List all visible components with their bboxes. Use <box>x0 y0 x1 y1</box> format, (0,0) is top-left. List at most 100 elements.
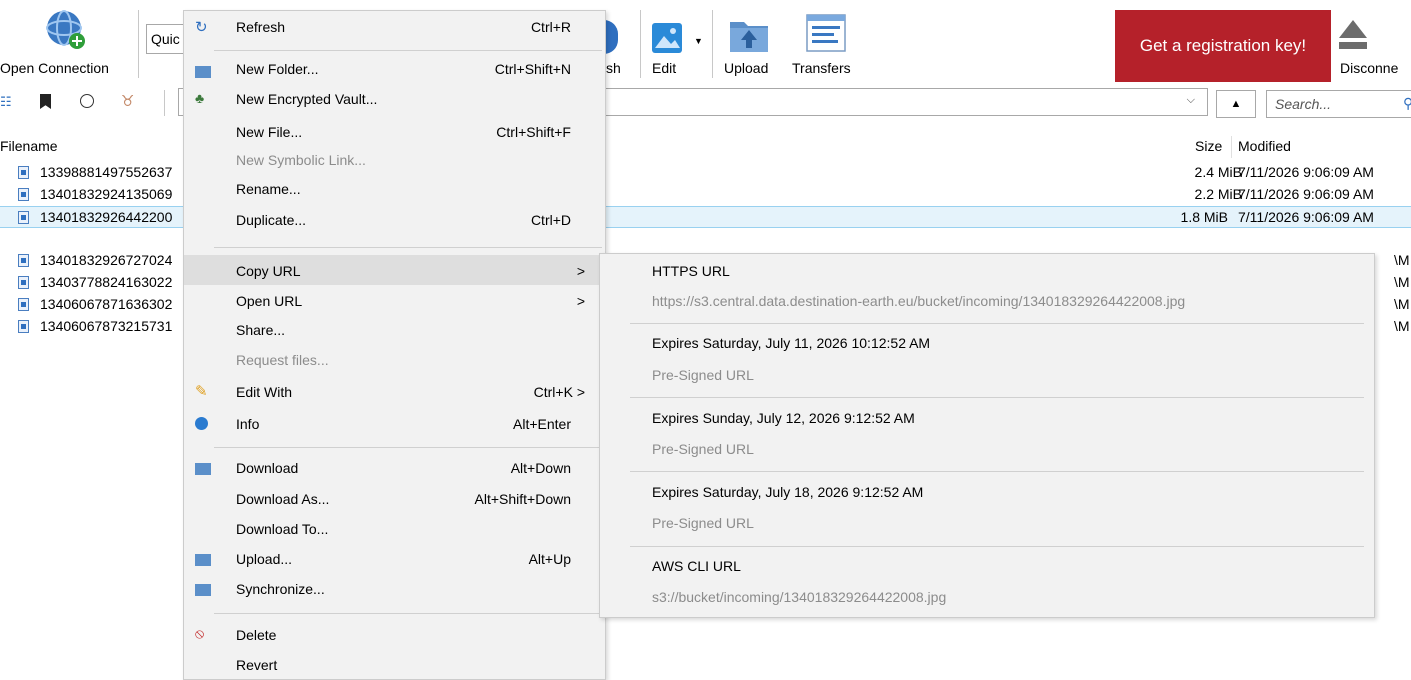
transfers-window-icon[interactable] <box>806 14 846 52</box>
menu-item-upload[interactable]: Upload... Alt+Up <box>184 544 605 574</box>
disconnect-button[interactable]: Disconne <box>1340 60 1398 76</box>
edit-image-icon[interactable] <box>651 22 683 54</box>
tree-view-icon[interactable]: ☷ <box>0 94 12 110</box>
upload-folder-icon[interactable] <box>728 14 770 54</box>
menu-shortcut: Ctrl+Shift+F <box>496 124 571 140</box>
toolbar-divider <box>138 10 139 78</box>
open-connection-globe-icon[interactable] <box>44 8 88 52</box>
column-header-modified[interactable]: Modified <box>1238 138 1291 154</box>
menu-item-download-to[interactable]: Download To... <box>184 514 605 544</box>
image-file-icon <box>18 320 29 333</box>
bookmark-icon[interactable] <box>40 94 51 109</box>
edit-button[interactable]: Edit <box>652 60 676 76</box>
menu-item-info[interactable]: Info Alt+Enter <box>184 408 605 438</box>
chevron-down-icon[interactable]: ▼ <box>694 36 703 46</box>
search-icon[interactable]: ⚲ <box>1403 95 1411 112</box>
vault-icon: ♣ <box>195 90 205 106</box>
submenu-item-expires-2[interactable]: Expires Sunday, July 12, 2026 9:12:52 AM <box>652 410 915 426</box>
column-divider <box>1231 136 1232 158</box>
menu-item-share[interactable]: Share... <box>184 316 605 346</box>
menu-label: New Symbolic Link... <box>236 152 366 168</box>
menu-separator <box>630 471 1364 472</box>
menu-shortcut: Alt+Down <box>510 460 571 476</box>
menu-item-edit-with[interactable]: ✎ Edit With Ctrl+K > <box>184 376 605 406</box>
presigned-label[interactable]: Pre-Signed URL <box>652 367 754 383</box>
download-icon <box>195 463 211 475</box>
search-input[interactable]: Search... ⚲ <box>1266 90 1411 118</box>
registration-key-banner[interactable]: Get a registration key! <box>1115 10 1331 82</box>
image-file-icon <box>18 166 29 179</box>
menu-item-open-url[interactable]: Open URL > <box>184 285 605 315</box>
search-placeholder: Search... <box>1275 96 1332 112</box>
file-modified: 7/11/2026 9:06:09 AM <box>1238 164 1374 180</box>
file-name: 13401832926442200 <box>40 209 173 225</box>
submenu-item-expires-1[interactable]: Expires Saturday, July 11, 2026 10:12:52… <box>652 335 930 351</box>
submenu-item-aws-cli-url[interactable]: AWS CLI URL <box>652 558 741 574</box>
menu-item-delete[interactable]: ⦸ Delete <box>184 619 605 649</box>
refresh-icon: ↻ <box>195 19 208 36</box>
presigned-label[interactable]: Pre-Signed URL <box>652 441 754 457</box>
menu-separator <box>214 50 602 51</box>
delete-icon: ⦸ <box>195 625 205 641</box>
menu-item-duplicate[interactable]: Duplicate... Ctrl+D <box>184 205 605 235</box>
menu-item-new-folder[interactable]: New Folder... Ctrl+Shift+N <box>184 56 605 86</box>
toolbar-divider <box>164 90 165 116</box>
column-header-filename[interactable]: Filename <box>0 138 58 154</box>
column-header-size[interactable]: Size <box>1195 138 1222 154</box>
menu-separator <box>630 323 1364 324</box>
file-modified: \M <box>1394 252 1410 268</box>
menu-item-download[interactable]: Download Alt+Down <box>184 453 605 483</box>
transfers-button[interactable]: Transfers <box>792 60 851 76</box>
menu-label: Request files... <box>236 352 329 368</box>
file-modified: 7/11/2026 9:06:09 AM <box>1238 186 1374 202</box>
menu-shortcut: Ctrl+K > <box>533 384 585 400</box>
menu-shortcut: Alt+Enter <box>513 416 571 432</box>
menu-label: Download <box>236 460 299 476</box>
menu-label: Open URL <box>236 293 303 309</box>
menu-separator <box>630 546 1364 547</box>
submenu-item-expires-3[interactable]: Expires Saturday, July 18, 2026 9:12:52 … <box>652 484 923 500</box>
copy-url-submenu: HTTPS URL https://s3.central.data.destin… <box>599 253 1375 618</box>
menu-item-rename[interactable]: Rename... <box>184 175 605 205</box>
quick-connect-combo[interactable]: Quic <box>146 24 186 54</box>
menu-item-synchronize[interactable]: Synchronize... <box>184 574 605 604</box>
menu-shortcut: Ctrl+R <box>530 19 571 35</box>
menu-item-copy-url[interactable]: Copy URL > <box>184 255 605 285</box>
menu-item-download-as[interactable]: Download As... Alt+Shift+Down <box>184 484 605 514</box>
menu-shortcut: Alt+Up <box>528 551 571 567</box>
menu-label: Delete <box>236 627 277 643</box>
file-size: 2.4 MiB <box>1194 164 1242 180</box>
menu-label: Download To... <box>236 521 329 537</box>
submenu-item-https-url[interactable]: HTTPS URL <box>652 263 730 279</box>
refresh-toolbar-icon[interactable] <box>604 20 618 54</box>
https-url-value[interactable]: https://s3.central.data.destination-eart… <box>652 293 1185 309</box>
presigned-label[interactable]: Pre-Signed URL <box>652 515 754 531</box>
menu-label: Synchronize... <box>236 581 325 597</box>
menu-item-refresh[interactable]: ↻ Refresh Ctrl+R <box>184 14 605 44</box>
chevron-down-icon[interactable]: ⌵ <box>1187 94 1195 107</box>
menu-item-request-files: Request files... <box>184 346 605 376</box>
file-name: 13401832924135069 <box>40 186 173 202</box>
image-file-icon <box>18 276 29 289</box>
file-name: 13401832926727024 <box>40 252 173 268</box>
menu-item-new-file[interactable]: New File... Ctrl+Shift+F <box>184 116 605 146</box>
bonjour-icon[interactable]: ♉ <box>121 92 134 110</box>
menu-item-new-vault[interactable]: ♣ New Encrypted Vault... <box>184 86 605 116</box>
refresh-toolbar-button[interactable]: sh <box>606 60 621 76</box>
file-name: 13398881497552637 <box>40 164 173 180</box>
history-clock-icon[interactable] <box>80 94 94 108</box>
pencil-icon: ✎ <box>195 383 208 400</box>
image-file-icon <box>18 211 29 224</box>
menu-label: Copy URL <box>236 263 301 279</box>
menu-item-revert[interactable]: Revert <box>184 649 605 679</box>
menu-label: Upload... <box>236 551 293 567</box>
quick-connect-value: Quic <box>151 31 180 47</box>
image-file-icon <box>18 188 29 201</box>
menu-label: Edit With <box>236 384 293 400</box>
upload-button[interactable]: Upload <box>724 60 768 76</box>
parent-directory-button[interactable]: ▲ <box>1216 90 1256 118</box>
eject-disconnect-icon[interactable] <box>1336 18 1370 54</box>
open-connection-button[interactable]: Open Connection <box>0 60 109 76</box>
menu-label: Rename... <box>236 181 301 197</box>
aws-cli-url-value[interactable]: s3://bucket/incoming/134018329264422008.… <box>652 589 946 605</box>
